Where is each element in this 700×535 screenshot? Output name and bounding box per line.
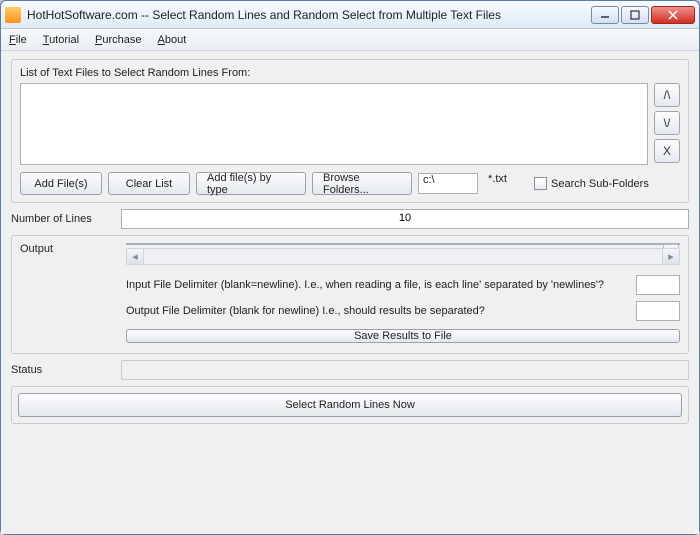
window-title: HotHotSoftware.com -- Select Random Line… <box>27 8 591 22</box>
status-box <box>121 360 689 380</box>
scroll-left-icon[interactable]: ◂ <box>127 249 144 264</box>
file-listbox[interactable] <box>20 83 648 165</box>
add-by-type-button[interactable]: Add file(s) by type <box>196 172 306 195</box>
window-controls <box>591 6 695 24</box>
output-column: ◂ ▸ Input File Delimiter (blank=newline)… <box>126 243 680 343</box>
file-ext-label: *.txt <box>484 173 528 194</box>
save-results-button[interactable]: Save Results to File <box>126 329 680 343</box>
menu-about[interactable]: About <box>158 34 187 46</box>
app-window: HotHotSoftware.com -- Select Random Line… <box>0 0 700 535</box>
output-hscrollbar[interactable]: ◂ ▸ <box>126 248 680 265</box>
output-group: Output ◂ ▸ Input File Delimiter (blank=n… <box>11 235 689 354</box>
status-label: Status <box>11 364 111 376</box>
menu-tutorial[interactable]: Tutorial <box>43 34 79 46</box>
add-files-button[interactable]: Add File(s) <box>20 172 102 195</box>
search-subfolders-label: Search Sub-Folders <box>551 178 649 190</box>
num-lines-row: Number of Lines 10 <box>11 209 689 229</box>
output-label: Output <box>20 243 116 343</box>
folder-path-input[interactable]: c:\ <box>418 173 478 194</box>
output-delim-row: Output File Delimiter (blank for newline… <box>126 301 680 321</box>
num-lines-label: Number of Lines <box>11 213 111 225</box>
output-textbox[interactable] <box>126 243 680 245</box>
action-group: Select Random Lines Now <box>11 386 689 424</box>
menubar: File Tutorial Purchase About <box>1 29 699 51</box>
file-list-group: List of Text Files to Select Random Line… <box>11 59 689 203</box>
file-list-heading: List of Text Files to Select Random Line… <box>20 67 680 79</box>
browse-folders-button[interactable]: Browse Folders... <box>312 172 412 195</box>
client-area: List of Text Files to Select Random Line… <box>1 51 699 534</box>
minimize-button[interactable] <box>591 6 619 24</box>
num-lines-input[interactable]: 10 <box>121 209 689 229</box>
file-toolbar: Add File(s) Clear List Add file(s) by ty… <box>20 172 680 195</box>
output-delim-input[interactable] <box>636 301 680 321</box>
input-delim-input[interactable] <box>636 275 680 295</box>
remove-button[interactable]: X <box>654 139 680 163</box>
output-delim-label: Output File Delimiter (blank for newline… <box>126 305 630 317</box>
close-button[interactable] <box>651 6 695 24</box>
search-subfolders-row: Search Sub-Folders <box>534 177 649 190</box>
move-up-button[interactable]: /\ <box>654 83 680 107</box>
maximize-button[interactable] <box>621 6 649 24</box>
clear-list-button[interactable]: Clear List <box>108 172 190 195</box>
search-subfolders-checkbox[interactable] <box>534 177 547 190</box>
scroll-right-icon[interactable]: ▸ <box>662 249 679 264</box>
menu-file[interactable]: File <box>9 34 27 46</box>
titlebar: HotHotSoftware.com -- Select Random Line… <box>1 1 699 29</box>
input-delim-label: Input File Delimiter (blank=newline). I.… <box>126 279 630 291</box>
app-icon <box>5 7 21 23</box>
menu-purchase[interactable]: Purchase <box>95 34 141 46</box>
move-down-button[interactable]: \/ <box>654 111 680 135</box>
reorder-buttons: /\ \/ X <box>654 83 680 165</box>
input-delim-row: Input File Delimiter (blank=newline). I.… <box>126 275 680 295</box>
select-random-lines-button[interactable]: Select Random Lines Now <box>18 393 682 417</box>
status-row: Status <box>11 360 689 380</box>
